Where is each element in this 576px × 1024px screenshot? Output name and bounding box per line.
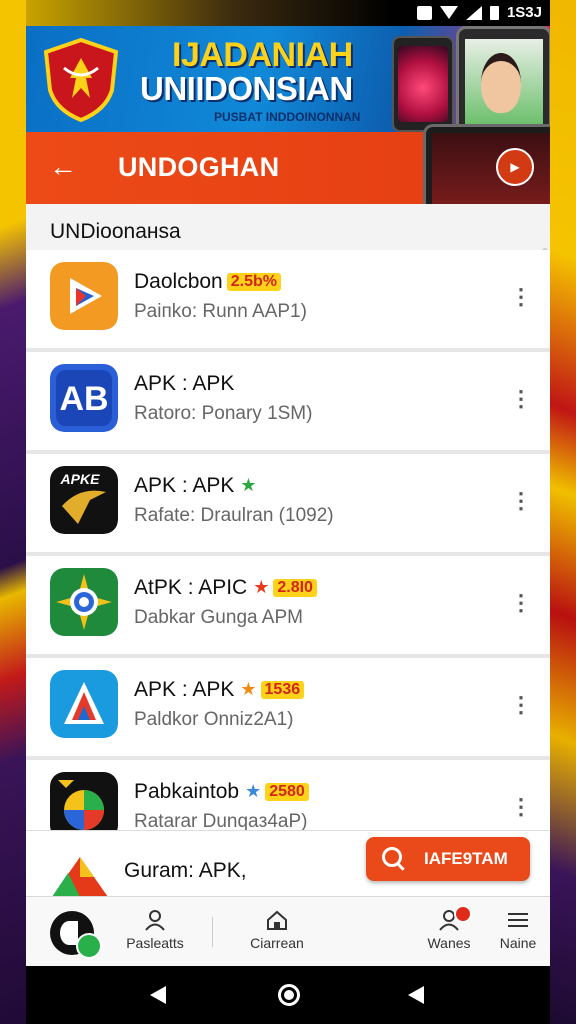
more-options-icon[interactable]: ⋮ <box>510 384 532 414</box>
star-icon: ★ <box>240 679 257 699</box>
nav-label: Pasleatts <box>126 935 184 951</box>
section-heading: UNDioonaнsa <box>50 220 181 243</box>
ab-blue-icon: AB <box>50 364 118 432</box>
nfc-icon <box>416 5 432 20</box>
list-item[interactable]: AB APK : APK Ratoro: Ponary 1SM) ⋮ <box>26 352 550 455</box>
list-item[interactable]: APK : APK ★ 1536 Paldkor Onniz2A1) ⋮ <box>26 658 550 761</box>
status-time: 1S3J <box>506 4 542 21</box>
app-name: Pabkaintob <box>134 780 240 803</box>
star-icon: ★ <box>253 577 270 597</box>
svg-text:APKE: APKE <box>60 471 101 487</box>
more-options-icon[interactable]: ⋮ <box>510 690 532 720</box>
status-bar: 1S3J <box>26 0 550 26</box>
more-options-icon[interactable]: ⋮ <box>510 486 532 516</box>
system-home-icon[interactable] <box>278 984 300 1006</box>
app-name: APK : APK <box>134 678 235 701</box>
system-recents-icon[interactable] <box>408 986 424 1004</box>
app-subtitle: Rafate: Draulran (1092) <box>134 505 334 526</box>
green-compass-icon <box>50 568 118 636</box>
more-options-icon[interactable]: ⋮ <box>510 588 532 618</box>
app-subtitle: Paldkor Onniz2A1) <box>134 709 294 730</box>
nav-item-profile[interactable]: Pasleatts <box>114 897 196 967</box>
app-header: ← UNDOGHAN ▶ <box>26 124 550 210</box>
list-item[interactable]: AtPK : APIC ★ 2.8I0 Dabkar Gunga APM ⋮ <box>26 556 550 659</box>
app-subtitle: Paiпko: Runn AAP1) <box>134 301 307 322</box>
list-item[interactable]: Daolcbon 2.5b% Paiпko: Runn AAP1) ⋮ <box>26 250 550 353</box>
system-back-icon[interactable] <box>150 986 166 1004</box>
nav-label: Ciarrean <box>250 935 304 951</box>
banner-subtitle: UNIIDONSIAN <box>140 70 353 107</box>
user-icon <box>145 910 165 931</box>
more-options-icon[interactable]: ⋮ <box>510 282 532 312</box>
nav-divider <box>212 917 213 947</box>
app-name: AtPK : APIC <box>134 576 248 599</box>
hamburger-menu-icon <box>508 913 528 927</box>
signal-icon <box>465 5 482 20</box>
home-icon <box>267 910 287 930</box>
orange-play-icon <box>50 262 118 330</box>
person-face <box>481 53 521 113</box>
wifi-icon <box>439 6 458 19</box>
play-button[interactable]: ▶ <box>496 148 534 186</box>
system-navigation-bar <box>26 966 550 1024</box>
phone-illustration <box>392 36 454 132</box>
blue-triangle-icon <box>50 670 118 738</box>
app-logo-icon[interactable] <box>50 911 102 959</box>
phone-illustration-person <box>456 26 550 132</box>
nav-item-menu[interactable]: Naine <box>488 897 548 967</box>
search-install-button[interactable]: IAFE9TAM <box>366 837 530 881</box>
play-store-logo-icon <box>52 857 108 897</box>
app-name: APK : APK <box>134 474 235 497</box>
nav-label: Naine <box>499 935 537 951</box>
nav-item-notifications[interactable]: Wanes <box>418 897 480 967</box>
battery-icon <box>489 5 499 20</box>
more-options-icon[interactable]: ⋮ <box>510 792 532 822</box>
app-name: Daolcbon <box>134 270 223 293</box>
wallpaper-left <box>0 0 26 1024</box>
nav-item-home[interactable]: Ciarrean <box>238 897 316 967</box>
bottom-navigation: Pasleatts Ciarrean Wanes Naine <box>26 896 550 967</box>
wallpaper-right <box>550 0 576 1024</box>
back-arrow-icon[interactable]: ← <box>48 152 78 182</box>
banner-tagline: PUSBAT INDDOINONNAN <box>214 110 361 124</box>
app-subtitle: Ratoro: Ponary 1SM) <box>134 403 313 424</box>
shield-icon <box>43 38 119 122</box>
svg-text:AB: AB <box>59 380 108 418</box>
list-item[interactable]: APKE APK : APK ★ Rafate: Draulran (1092) … <box>26 454 550 557</box>
rating-badge: 2.8I0 <box>273 579 317 597</box>
rating-badge: 2580 <box>265 783 309 801</box>
rating-badge: 1536 <box>260 681 305 699</box>
app-list-panel: UNDioonaнsa Daolcbon 2.5b% Paiпko: Runn A… <box>26 204 550 896</box>
notification-dot <box>454 905 472 923</box>
black-gold-icon: APKE <box>50 466 118 534</box>
promo-row: Guram: APK, IAFE9TAM <box>26 830 550 897</box>
app-name: APK : APK <box>134 372 235 395</box>
nav-label: Wanes <box>427 935 471 951</box>
install-button-label: IAFE9TAM <box>424 849 508 868</box>
rating-badge: 2.5b% <box>226 273 281 291</box>
promo-text: Guram: APK, <box>124 859 247 882</box>
app-subtitle: Dabkar Gunga APM <box>134 607 303 628</box>
star-icon: ★ <box>240 475 257 495</box>
promo-banner[interactable]: IJADANIAH UNIIDONSIAN PUSBAT INDDOINONNA… <box>26 26 550 132</box>
search-icon <box>382 847 402 867</box>
page-title: UNDOGHAN <box>118 152 280 182</box>
star-icon: ★ <box>245 781 262 801</box>
